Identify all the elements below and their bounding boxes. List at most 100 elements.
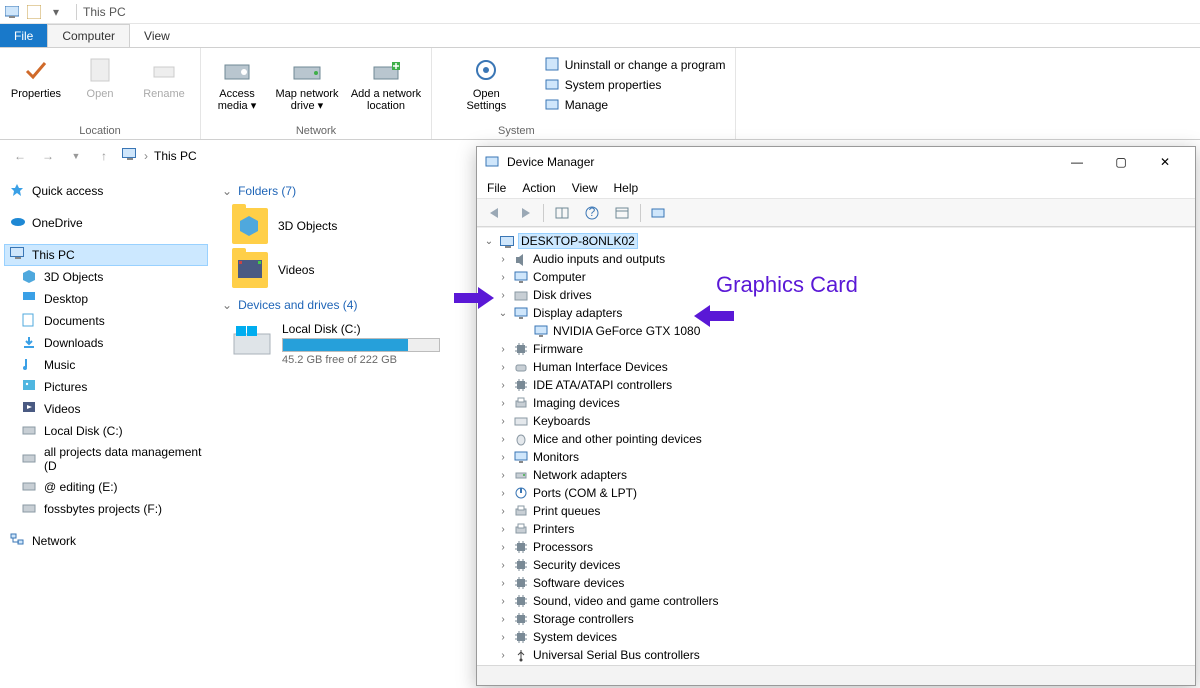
nav-videos[interactable]: Videos [4, 398, 208, 420]
nav-onedrive[interactable]: OneDrive [4, 212, 208, 234]
nav-drive-d[interactable]: all projects data management (D [4, 442, 208, 476]
breadcrumb[interactable]: › This PC [122, 148, 197, 164]
add-network-location-button[interactable]: Add a network location [347, 52, 425, 114]
ribbon-group-network: Access media ▾ Map network drive ▾ Add a… [201, 48, 432, 139]
menu-view[interactable]: View [572, 181, 598, 195]
chevron-right-icon[interactable]: › [497, 632, 509, 643]
tab-file[interactable]: File [0, 24, 47, 47]
toolbar-back-button[interactable] [483, 202, 507, 224]
chevron-right-icon[interactable]: › [497, 398, 509, 409]
chevron-right-icon[interactable]: › [497, 524, 509, 535]
chevron-right-icon[interactable]: › [497, 434, 509, 445]
forward-button[interactable]: → [38, 146, 58, 166]
chevron-right-icon[interactable]: › [497, 560, 509, 571]
nav-network[interactable]: Network [4, 530, 208, 552]
menu-file[interactable]: File [487, 181, 506, 195]
open-icon [84, 54, 116, 86]
chevron-right-icon[interactable]: › [497, 614, 509, 625]
chevron-right-icon[interactable]: › [497, 254, 509, 265]
tree-node[interactable]: › Print queues [483, 502, 1189, 520]
tree-node[interactable]: › Monitors [483, 448, 1189, 466]
menu-action[interactable]: Action [522, 181, 555, 195]
tree-node[interactable]: › Ports (COM & LPT) [483, 484, 1189, 502]
tree-node[interactable]: › Audio inputs and outputs [483, 250, 1189, 268]
tree-node[interactable]: › Processors [483, 538, 1189, 556]
chevron-right-icon[interactable]: › [497, 596, 509, 607]
nav-quick-access[interactable]: Quick access [4, 180, 208, 202]
toolbar-show-hide-button[interactable] [550, 202, 574, 224]
tree-node[interactable]: › Printers [483, 520, 1189, 538]
toolbar-scan-button[interactable] [647, 202, 671, 224]
nav-downloads[interactable]: Downloads [4, 332, 208, 354]
devmgr-titlebar[interactable]: Device Manager — ▢ ✕ [477, 147, 1195, 177]
open-button[interactable]: Open [70, 52, 130, 102]
tree-node[interactable]: › Network adapters [483, 466, 1189, 484]
tree-node-gpu[interactable]: NVIDIA GeForce GTX 1080 [483, 322, 1189, 340]
chevron-right-icon[interactable]: › [497, 416, 509, 427]
tab-computer[interactable]: Computer [47, 24, 130, 47]
nav-music[interactable]: Music [4, 354, 208, 376]
tree-node[interactable]: › Universal Serial Bus controllers [483, 646, 1189, 664]
tree-node[interactable]: › IDE ATA/ATAPI controllers [483, 376, 1189, 394]
tree-node[interactable]: › Software devices [483, 574, 1189, 592]
ribbon-group-system: Open Settings System Uninstall or change… [432, 48, 736, 139]
system-properties-button[interactable]: System properties [541, 76, 730, 94]
tree-root[interactable]: ⌄ DESKTOP-8ONLK02 [483, 232, 1189, 250]
menu-help[interactable]: Help [614, 181, 639, 195]
uninstall-program-button[interactable]: Uninstall or change a program [541, 56, 730, 74]
chevron-right-icon[interactable]: › [497, 272, 509, 283]
manage-button[interactable]: Manage [541, 96, 730, 114]
maximize-button[interactable]: ▢ [1099, 148, 1143, 176]
tab-view[interactable]: View [130, 24, 184, 47]
map-network-drive-button[interactable]: Map network drive ▾ [271, 52, 343, 114]
tree-node[interactable]: › System devices [483, 628, 1189, 646]
access-media-button[interactable]: Access media ▾ [207, 52, 267, 114]
nav-3d-objects[interactable]: 3D Objects [4, 266, 208, 288]
chevron-right-icon[interactable]: › [497, 362, 509, 373]
tree-node[interactable]: › Firmware [483, 340, 1189, 358]
recent-dropdown[interactable]: ▼ [66, 146, 86, 166]
rename-button[interactable]: Rename [134, 52, 194, 102]
back-button[interactable]: ← [10, 146, 30, 166]
open-settings-button[interactable]: Open Settings [456, 52, 516, 114]
qat-dropdown-icon[interactable]: ▾ [48, 4, 64, 20]
tree-node[interactable]: › Human Interface Devices [483, 358, 1189, 376]
tree-node[interactable]: › Storage controllers [483, 610, 1189, 628]
chevron-right-icon[interactable]: › [497, 344, 509, 355]
chevron-right-icon[interactable]: › [497, 470, 509, 481]
rename-icon [148, 54, 180, 86]
nav-drive-e[interactable]: @ editing (E:) [4, 476, 208, 498]
nav-desktop[interactable]: Desktop [4, 288, 208, 310]
toolbar-properties-button[interactable] [610, 202, 634, 224]
uninstall-icon [545, 57, 561, 73]
chevron-right-icon[interactable]: › [497, 290, 509, 301]
properties-button[interactable]: Properties [6, 52, 66, 102]
tree-node[interactable]: › Imaging devices [483, 394, 1189, 412]
up-button[interactable]: ↑ [94, 146, 114, 166]
nav-local-disk-c[interactable]: Local Disk (C:) [4, 420, 208, 442]
tree-node[interactable]: › Keyboards [483, 412, 1189, 430]
chevron-right-icon[interactable]: › [497, 542, 509, 553]
tree-node[interactable]: › Sound, video and game controllers [483, 592, 1189, 610]
chevron-right-icon[interactable]: › [497, 380, 509, 391]
tree-node[interactable]: › Mice and other pointing devices [483, 430, 1189, 448]
tree-node[interactable]: ⌄ Display adapters [483, 304, 1189, 322]
chevron-down-icon[interactable]: ⌄ [497, 308, 509, 319]
pictures-icon [22, 379, 38, 395]
chevron-right-icon[interactable]: › [497, 578, 509, 589]
minimize-button[interactable]: — [1055, 148, 1099, 176]
chevron-right-icon[interactable]: › [497, 452, 509, 463]
chevron-right-icon[interactable]: › [497, 650, 509, 661]
qat-save-icon[interactable] [26, 4, 42, 20]
tree-node[interactable]: › Security devices [483, 556, 1189, 574]
toolbar-forward-button[interactable] [513, 202, 537, 224]
nav-documents[interactable]: Documents [4, 310, 208, 332]
nav-drive-f[interactable]: fossbytes projects (F:) [4, 498, 208, 520]
chevron-right-icon[interactable]: › [497, 488, 509, 499]
nav-this-pc[interactable]: This PC [4, 244, 208, 266]
chevron-right-icon[interactable]: › [497, 506, 509, 517]
toolbar-help-button[interactable]: ? [580, 202, 604, 224]
close-button[interactable]: ✕ [1143, 148, 1187, 176]
system-properties-icon [545, 77, 561, 93]
nav-pictures[interactable]: Pictures [4, 376, 208, 398]
